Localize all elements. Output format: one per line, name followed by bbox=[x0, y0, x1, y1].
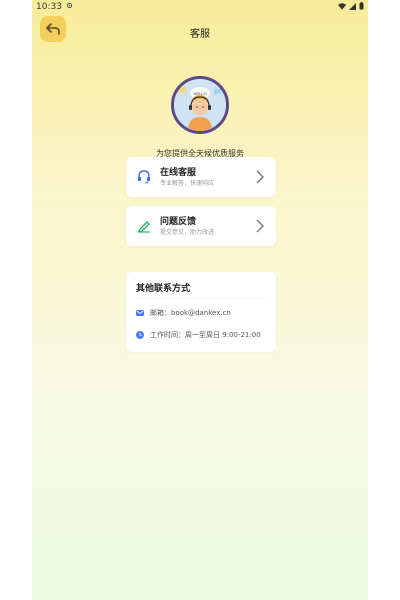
clock-icon bbox=[136, 331, 144, 339]
page-title: 客服 bbox=[190, 28, 210, 40]
back-button[interactable] bbox=[40, 16, 66, 42]
contact-card: 其他联系方式 邮箱：book@dankex.cn 工作时间：周一至周日 9:00… bbox=[126, 272, 276, 352]
chevron-right-icon bbox=[254, 169, 266, 185]
settings-gear-icon bbox=[66, 2, 73, 12]
header: 客服 bbox=[32, 14, 368, 50]
menu-subtitle: 提交意见，助力改进 bbox=[160, 228, 215, 236]
menu-subtitle: 专业解答，快速响应 bbox=[160, 179, 215, 187]
headset-icon bbox=[136, 169, 152, 185]
signal-icon bbox=[349, 2, 356, 12]
contact-hours-row: 工作时间：周一至周日 9:00-21:00 bbox=[136, 330, 261, 340]
status-time: 10:33 bbox=[36, 2, 62, 12]
contact-email-row: 邮箱：book@dankex.cn bbox=[136, 308, 231, 318]
back-arrow-icon bbox=[46, 20, 60, 39]
mail-icon bbox=[136, 309, 144, 317]
app-screen: 10:33 客服 HELLO 为您提供全天候优质服务 在线客服 专业解答，快速响… bbox=[32, 0, 368, 600]
menu-title: 问题反馈 bbox=[160, 216, 197, 227]
status-bar: 10:33 bbox=[32, 0, 368, 14]
online-service-card[interactable]: 在线客服 专业解答，快速响应 bbox=[126, 157, 276, 197]
chevron-right-icon bbox=[254, 218, 266, 234]
contact-email[interactable]: 邮箱：book@dankex.cn bbox=[150, 308, 231, 318]
pencil-icon bbox=[136, 218, 152, 234]
avatar-wrap: HELLO bbox=[171, 76, 229, 134]
divider bbox=[136, 298, 266, 299]
wifi-icon bbox=[338, 2, 346, 12]
battery-icon bbox=[359, 2, 364, 12]
customer-service-agent-icon: HELLO bbox=[174, 79, 226, 131]
customer-service-avatar: HELLO bbox=[171, 76, 229, 134]
menu-title: 在线客服 bbox=[160, 167, 197, 178]
feedback-card[interactable]: 问题反馈 提交意见，助力改进 bbox=[126, 206, 276, 246]
contact-hours: 工作时间：周一至周日 9:00-21:00 bbox=[150, 331, 261, 339]
contact-title: 其他联系方式 bbox=[136, 284, 191, 294]
